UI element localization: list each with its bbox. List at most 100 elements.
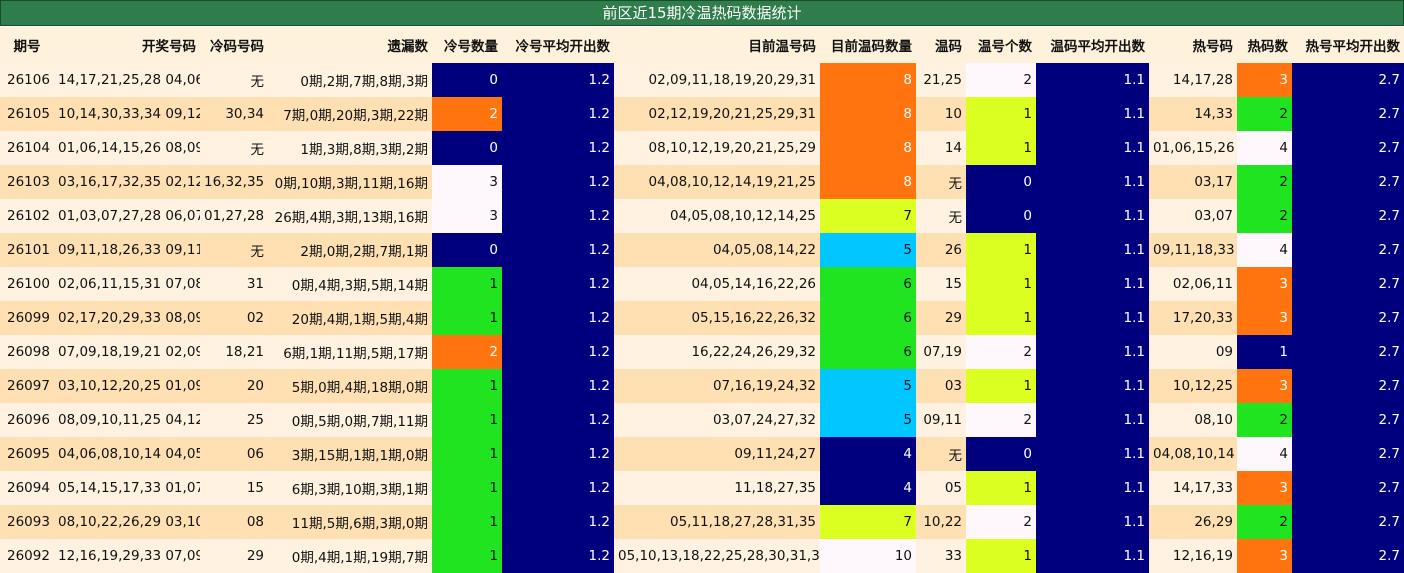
- cell-warm-avg: 1.1: [1036, 63, 1149, 97]
- header-cold-nums: 冷码号码: [200, 27, 268, 63]
- cell-hot-avg: 2.7: [1292, 471, 1404, 505]
- table-row: 26093 08,10,22,26,29 03,10 08 11期,5期,6期,3期,…: [0, 505, 1404, 539]
- cell-cold-avg: 1.2: [502, 403, 614, 437]
- cell-cold-avg: 1.2: [502, 97, 614, 131]
- cell-cold-count: 0: [432, 131, 502, 165]
- cell-issue: 26104: [0, 131, 54, 165]
- header-hot-avg: 热号平均开出数: [1292, 27, 1404, 63]
- cell-warm: 14: [916, 131, 966, 165]
- cell-hot-nums: 14,33: [1149, 97, 1237, 131]
- cell-hot-count: 3: [1237, 539, 1292, 573]
- cell-miss: 1期,3期,8期,3期,2期: [268, 131, 432, 165]
- cell-draw: 01,03,07,27,28 06,07: [54, 199, 200, 233]
- cell-warm-avg: 1.1: [1036, 369, 1149, 403]
- cell-miss: 20期,4期,1期,5期,4期: [268, 301, 432, 335]
- cell-cold-avg: 1.2: [502, 131, 614, 165]
- cell-miss: 26期,4期,3期,13期,16期: [268, 199, 432, 233]
- cell-draw: 14,17,21,25,28 04,06: [54, 63, 200, 97]
- table-row: 26106 14,17,21,25,28 04,06 无 0期,2期,7期,8期,3期…: [0, 63, 1404, 97]
- cell-warm-nums: 04,05,08,10,12,14,25: [614, 199, 820, 233]
- cell-warm-count: 8: [820, 97, 916, 131]
- cell-hot-nums: 02,06,11: [1149, 267, 1237, 301]
- cell-warm-count: 5: [820, 233, 916, 267]
- cell-hot-nums: 09,11,18,33: [1149, 233, 1237, 267]
- header-cold-avg: 冷号平均开出数: [502, 27, 614, 63]
- cell-warm-avg: 1.1: [1036, 199, 1149, 233]
- cell-cold-count: 1: [432, 301, 502, 335]
- cell-issue: 26100: [0, 267, 54, 301]
- cell-warm-avg: 1.1: [1036, 131, 1149, 165]
- header-warm-count: 目前温码数量: [820, 27, 916, 63]
- cell-hot-avg: 2.7: [1292, 131, 1404, 165]
- cell-warm-num-count: 0: [966, 165, 1036, 199]
- cell-cold-avg: 1.2: [502, 369, 614, 403]
- cell-warm: 07,19: [916, 335, 966, 369]
- header-row: 期号 开奖号码 冷码号码 遗漏数 冷号数量 冷号平均开出数 目前温号码 目前温码数量 温码 温号个…: [0, 27, 1404, 63]
- cell-hot-avg: 2.7: [1292, 505, 1404, 539]
- cell-warm-num-count: 1: [966, 97, 1036, 131]
- cell-draw: 03,16,17,32,35 02,12: [54, 165, 200, 199]
- header-cold-count: 冷号数量: [432, 27, 502, 63]
- cell-cold-count: 1: [432, 267, 502, 301]
- cell-cold-avg: 1.2: [502, 267, 614, 301]
- table-row: 26098 07,09,18,19,21 02,09 18,21 6期,1期,11期,…: [0, 335, 1404, 369]
- cell-miss: 6期,1期,11期,5期,17期: [268, 335, 432, 369]
- cell-issue: 26092: [0, 539, 54, 573]
- cell-hot-nums: 01,06,15,26: [1149, 131, 1237, 165]
- cell-warm-nums: 09,11,24,27: [614, 437, 820, 471]
- cell-hot-avg: 2.7: [1292, 267, 1404, 301]
- cell-cold-count: 1: [432, 539, 502, 573]
- cell-draw: 12,16,19,29,33 07,09: [54, 539, 200, 573]
- cell-warm-num-count: 1: [966, 233, 1036, 267]
- cell-warm-num-count: 2: [966, 505, 1036, 539]
- cell-cold-avg: 1.2: [502, 199, 614, 233]
- cell-draw: 07,09,18,19,21 02,09: [54, 335, 200, 369]
- cell-hot-nums: 10,12,25: [1149, 369, 1237, 403]
- cell-warm-avg: 1.1: [1036, 471, 1149, 505]
- cell-warm-count: 5: [820, 369, 916, 403]
- cell-issue: 26097: [0, 369, 54, 403]
- table-row: 26096 08,09,10,11,25 04,12 25 0期,5期,0期,7期,1…: [0, 403, 1404, 437]
- cell-warm-num-count: 1: [966, 369, 1036, 403]
- cell-hot-nums: 04,08,10,14: [1149, 437, 1237, 471]
- header-hot-nums: 热号码: [1149, 27, 1237, 63]
- cell-hot-avg: 2.7: [1292, 199, 1404, 233]
- cell-warm-count: 6: [820, 335, 916, 369]
- table-title: 前区近15期冷温热码数据统计: [0, 0, 1404, 26]
- cell-draw: 10,14,30,33,34 09,12: [54, 97, 200, 131]
- cell-hot-nums: 03,17: [1149, 165, 1237, 199]
- cell-issue: 26103: [0, 165, 54, 199]
- cell-cold-nums: 16,32,35: [200, 165, 268, 199]
- cell-warm-count: 5: [820, 403, 916, 437]
- cell-miss: 5期,0期,4期,18期,0期: [268, 369, 432, 403]
- cell-draw: 03,10,12,20,25 01,09: [54, 369, 200, 403]
- cell-cold-avg: 1.2: [502, 335, 614, 369]
- header-warm-avg: 温码平均开出数: [1036, 27, 1149, 63]
- table-row: 26103 03,16,17,32,35 02,12 16,32,35 0期,10期,…: [0, 165, 1404, 199]
- cell-draw: 08,09,10,11,25 04,12: [54, 403, 200, 437]
- cell-issue: 26096: [0, 403, 54, 437]
- cell-warm-count: 10: [820, 539, 916, 573]
- cell-warm-avg: 1.1: [1036, 165, 1149, 199]
- cell-draw: 05,14,15,17,33 01,07: [54, 471, 200, 505]
- cell-hot-count: 3: [1237, 63, 1292, 97]
- stats-table: 期号 开奖号码 冷码号码 遗漏数 冷号数量 冷号平均开出数 目前温号码 目前温码数量 温码 温号个…: [0, 27, 1404, 573]
- cell-cold-nums: 30,34: [200, 97, 268, 131]
- cell-warm-count: 8: [820, 63, 916, 97]
- table-row: 26100 02,06,11,15,31 07,08 31 0期,4期,3期,5期,1…: [0, 267, 1404, 301]
- cell-hot-count: 3: [1237, 301, 1292, 335]
- cell-hot-avg: 2.7: [1292, 97, 1404, 131]
- cell-cold-nums: 20: [200, 369, 268, 403]
- cell-issue: 26095: [0, 437, 54, 471]
- cell-warm-nums: 04,05,08,14,22: [614, 233, 820, 267]
- cell-cold-avg: 1.2: [502, 63, 614, 97]
- cell-hot-count: 3: [1237, 267, 1292, 301]
- cell-warm: 无: [916, 199, 966, 233]
- cell-cold-nums: 01,27,28: [200, 199, 268, 233]
- cell-hot-avg: 2.7: [1292, 369, 1404, 403]
- cell-warm-nums: 16,22,24,26,29,32: [614, 335, 820, 369]
- cell-hot-nums: 14,17,28: [1149, 63, 1237, 97]
- cell-miss: 2期,0期,2期,7期,1期: [268, 233, 432, 267]
- cell-warm-nums: 04,05,14,16,22,26: [614, 267, 820, 301]
- cell-cold-nums: 18,21: [200, 335, 268, 369]
